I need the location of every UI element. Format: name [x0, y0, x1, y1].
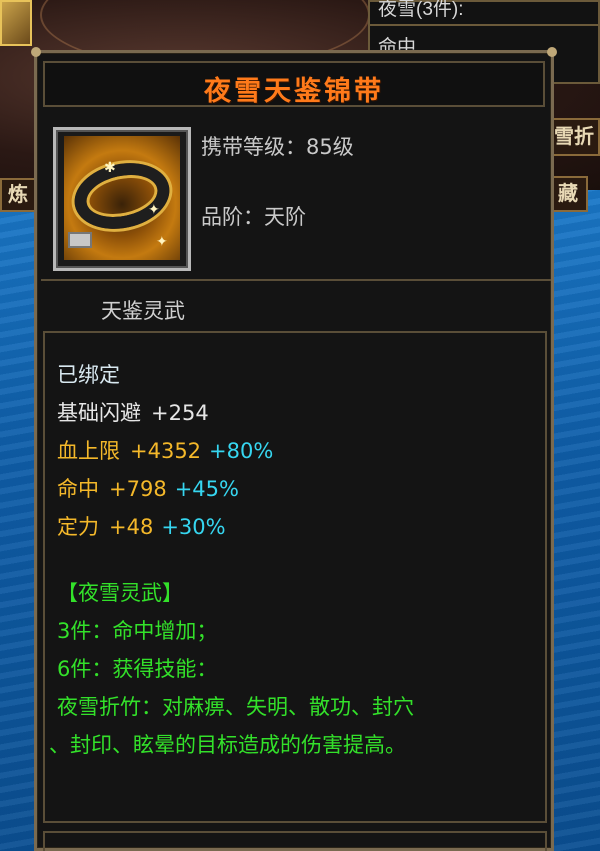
sparkle-icon: ✦	[148, 202, 160, 218]
set-skill-line1: 夜雪折竹：对麻痹、失明、散功、封穴	[57, 695, 414, 719]
item-tooltip: 夜雪天鉴锦带 ✱ ✦ ✦ 携带等级：85级 品阶：天阶 天鉴灵武 已绑定 基础闪…	[31, 47, 557, 851]
tooltip-footer-section	[43, 831, 547, 851]
inventory-slot-icon[interactable]	[0, 0, 32, 46]
stat-label: 基础闪避	[57, 401, 141, 425]
background-panel-line1: 夜雪(3件):	[378, 0, 464, 20]
belt-ring-shape	[68, 154, 176, 238]
stat-base-value: +254	[151, 401, 209, 425]
divider	[41, 279, 551, 281]
stat-percent-value: +45%	[174, 477, 239, 501]
sparkle-icon: ✦	[156, 234, 168, 250]
stat-percent-value: +80%	[209, 439, 274, 463]
sparkle-icon: ✱	[104, 160, 116, 176]
set-series-name: 天鉴灵武	[101, 299, 185, 323]
stat-label: 命中	[57, 477, 99, 501]
tooltip-title-bar: 夜雪天鉴锦带	[43, 61, 545, 107]
item-name: 夜雪天鉴锦带	[204, 76, 384, 107]
item-grade: 品阶：天阶	[201, 205, 306, 229]
collection-tab[interactable]: 藏	[548, 176, 588, 212]
stat-row-focus: 定力 +48 +30%	[57, 511, 226, 541]
set-bonus-title: 【夜雪灵武】	[57, 581, 183, 605]
stat-row-max-hp: 血上限 +4352 +80%	[57, 435, 273, 465]
set-skill-line2: 、封印、眩晕的目标造成的伤害提高。	[49, 733, 406, 757]
stat-row-hit: 命中 +798 +45%	[57, 473, 239, 503]
stat-base-value: +4352	[130, 439, 202, 463]
refine-tab[interactable]: 炼	[0, 178, 36, 212]
stat-percent-value: +30%	[161, 515, 226, 539]
bound-status: 已绑定	[57, 363, 120, 387]
background-panel-divider	[370, 24, 598, 26]
stat-label: 定力	[57, 515, 99, 539]
item-icon-frame: ✱ ✦ ✦	[53, 127, 191, 271]
stat-base-value: +798	[109, 477, 167, 501]
set-bonus-6pc: 6件：获得技能：	[57, 657, 218, 681]
set-bonus-3pc: 3件：命中增加；	[57, 619, 218, 643]
skill-tab[interactable]: 雪折	[548, 118, 600, 156]
stat-base-value: +48	[109, 515, 154, 539]
stat-row-dodge: 基础闪避 +254	[57, 397, 209, 427]
belt-icon: ✱ ✦ ✦	[64, 136, 180, 260]
carry-level: 携带等级：85级	[201, 135, 354, 159]
stat-label: 血上限	[57, 439, 120, 463]
stats-section: 已绑定 基础闪避 +254 血上限 +4352 +80% 命中 +798 +45% 定力 +…	[43, 331, 547, 823]
belt-buckle-icon	[68, 232, 92, 248]
